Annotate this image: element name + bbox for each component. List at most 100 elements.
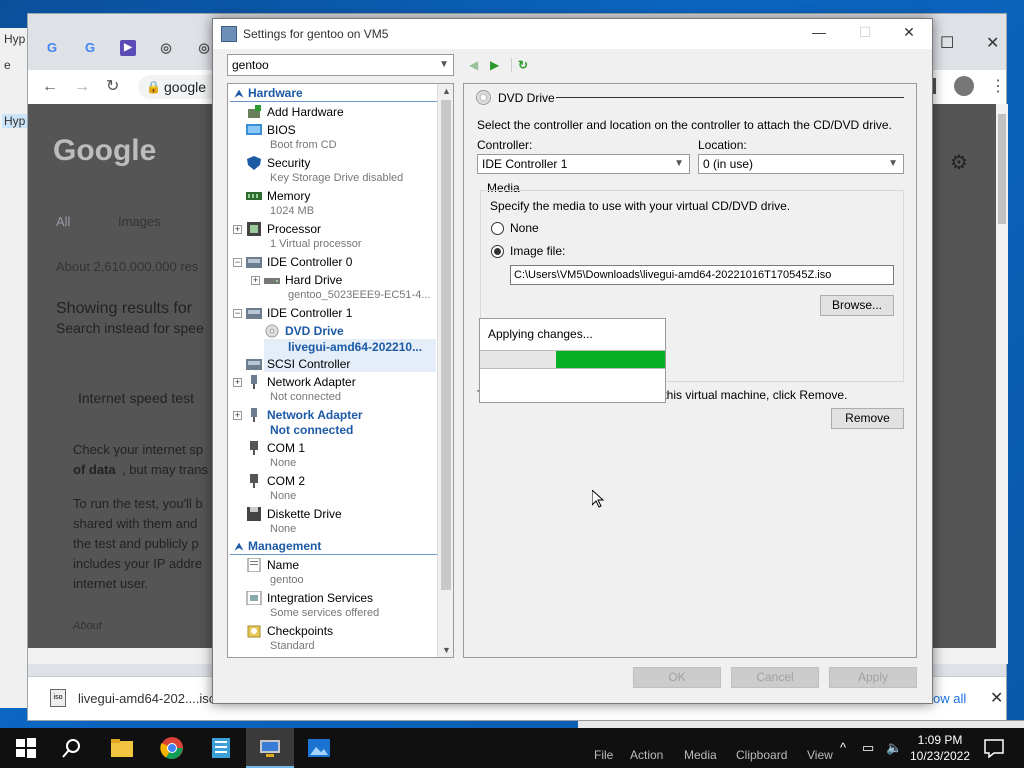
hyperv-manager-icon[interactable] bbox=[209, 736, 233, 760]
next-icon[interactable]: ▶ bbox=[490, 58, 499, 72]
expand-icon[interactable]: + bbox=[233, 411, 242, 420]
file-explorer-icon[interactable] bbox=[110, 736, 134, 760]
tree-subtext: Not connected bbox=[270, 423, 354, 437]
clock-date: 10/23/2022 bbox=[909, 749, 971, 763]
collapse-icon[interactable]: − bbox=[233, 258, 242, 267]
chrome-tab-icon[interactable]: ◎ bbox=[196, 40, 212, 56]
tree-scrollbar[interactable]: ▲ ▼ bbox=[437, 84, 453, 657]
reload-icon[interactable]: ↻ bbox=[106, 79, 119, 95]
tree-subtext: Key Storage Drive disabled bbox=[270, 172, 404, 184]
vm-connection-window[interactable] bbox=[578, 720, 1024, 728]
none-radio-label[interactable]: None bbox=[510, 221, 539, 235]
tab-images[interactable]: Images bbox=[118, 214, 161, 229]
windows-start-icon[interactable] bbox=[14, 736, 38, 760]
close-download-bar-icon[interactable]: ✕ bbox=[990, 688, 1003, 708]
show-all-button[interactable]: ow all bbox=[933, 691, 966, 706]
notifications-icon[interactable] bbox=[982, 736, 1006, 760]
hyperv-tree-fragment[interactable]: Hyp bbox=[2, 114, 28, 128]
vmc-menu-media[interactable]: Media bbox=[684, 748, 717, 762]
collapse-icon[interactable]: ⮝ bbox=[230, 542, 248, 553]
scroll-up-icon[interactable]: ▲ bbox=[442, 86, 451, 96]
scroll-thumb[interactable] bbox=[441, 100, 451, 590]
search-instead[interactable]: Search instead for spee bbox=[56, 320, 204, 336]
google-tab-icon[interactable]: G bbox=[44, 40, 60, 56]
previous-icon[interactable]: ◀ bbox=[469, 58, 478, 72]
location-select[interactable]: 0 (in use) ▼ bbox=[698, 154, 904, 174]
system-clock[interactable]: 1:09 PM 10/23/2022 bbox=[905, 732, 975, 764]
volume-icon[interactable]: 🔈 bbox=[886, 740, 902, 756]
chrome-tab-icon[interactable]: ◎ bbox=[158, 40, 174, 56]
mouse-cursor-icon bbox=[592, 490, 604, 508]
progress-message: Applying changes... bbox=[488, 327, 593, 341]
network-icon[interactable]: ▭ bbox=[862, 740, 874, 756]
tree-subtext: None bbox=[270, 523, 297, 535]
remove-instruction: m this virtual machine, click Remove. bbox=[650, 388, 848, 402]
ok-button[interactable]: OK bbox=[633, 667, 721, 688]
collapse-icon[interactable]: ⮝ bbox=[230, 89, 248, 100]
result-line: of data bbox=[73, 462, 116, 477]
header-rule bbox=[556, 97, 904, 98]
none-radio[interactable] bbox=[491, 222, 504, 235]
forward-icon[interactable]: → bbox=[74, 79, 90, 95]
google-logo[interactable]: Google bbox=[53, 134, 156, 168]
add-hardware-icon bbox=[248, 105, 261, 118]
image-file-radio-label[interactable]: Image file: bbox=[510, 244, 565, 258]
vmc-menu-file[interactable]: File bbox=[594, 748, 613, 762]
scroll-down-icon[interactable]: ▼ bbox=[442, 645, 451, 655]
image-path-input[interactable]: C:\Users\VM5\Downloads\livegui-amd64-202… bbox=[510, 265, 894, 285]
remove-button[interactable]: Remove bbox=[831, 408, 904, 429]
close-icon[interactable]: ✕ bbox=[899, 24, 919, 41]
vm-connection-icon[interactable] bbox=[258, 736, 282, 760]
tree-subtext: 1 Virtual processor bbox=[270, 238, 362, 250]
app-tab-icon[interactable]: ▶ bbox=[120, 40, 136, 56]
vm-selector[interactable]: gentoo ▼ bbox=[227, 54, 454, 76]
photos-icon[interactable] bbox=[307, 736, 331, 760]
tray-overflow-icon[interactable]: ^ bbox=[840, 740, 846, 755]
section-hardware[interactable]: ⮝ Hardware bbox=[230, 86, 438, 102]
settings-tree[interactable]: ⮝ Hardware Add Hardware BIOS Boot from CD… bbox=[227, 83, 454, 658]
minimize-icon[interactable]: — bbox=[809, 24, 829, 40]
dialog-titlebar[interactable]: Settings for gentoo on VM5 — ☐ ✕ bbox=[213, 19, 932, 49]
chrome-menu-icon[interactable]: ⋮ bbox=[990, 79, 1006, 95]
search-icon[interactable] bbox=[60, 736, 84, 760]
result-line: Check your internet sp bbox=[73, 442, 204, 457]
vmc-menu-view[interactable]: View bbox=[807, 748, 833, 762]
settings-app-icon bbox=[221, 26, 237, 42]
chrome-maximize-icon[interactable]: ☐ bbox=[940, 36, 954, 52]
name-icon bbox=[247, 558, 261, 572]
expand-icon[interactable]: + bbox=[251, 276, 260, 285]
hyperv-menu-fragment[interactable]: e bbox=[4, 58, 11, 72]
profile-avatar[interactable] bbox=[954, 76, 974, 96]
expand-icon[interactable]: + bbox=[233, 225, 242, 234]
checkpoints-icon bbox=[247, 625, 261, 638]
expand-icon[interactable]: + bbox=[233, 378, 242, 387]
refresh-icon[interactable]: ↻ bbox=[518, 58, 528, 72]
taskbar: File Action Media Clipboard View ^ ▭ 🔈 1… bbox=[0, 728, 1024, 768]
pane-title: DVD Drive bbox=[498, 91, 555, 105]
shield-icon bbox=[247, 156, 261, 170]
cancel-button[interactable]: Cancel bbox=[731, 667, 819, 688]
chrome-close-icon[interactable]: ✕ bbox=[986, 36, 999, 52]
browse-button[interactable]: Browse... bbox=[820, 295, 894, 316]
hyperv-manager-window[interactable]: Hyp e Hyp bbox=[0, 28, 30, 708]
back-icon[interactable]: ← bbox=[42, 79, 58, 95]
settings-gear-icon[interactable]: ⚙ bbox=[950, 150, 968, 175]
maximize-icon: ☐ bbox=[858, 24, 872, 40]
tree-subtext: None bbox=[270, 490, 297, 502]
vmc-menu-action[interactable]: Action bbox=[630, 748, 663, 762]
dvd-disc-icon bbox=[265, 324, 279, 338]
collapse-icon[interactable]: − bbox=[233, 309, 242, 318]
google-tab-icon[interactable]: G bbox=[82, 40, 98, 56]
apply-button[interactable]: Apply bbox=[829, 667, 917, 688]
chrome-icon[interactable] bbox=[160, 736, 184, 760]
progress-bar bbox=[480, 350, 665, 369]
download-item[interactable]: livegui-amd64-202....iso bbox=[78, 691, 216, 706]
section-management[interactable]: ⮝ Management bbox=[230, 539, 438, 555]
image-file-radio[interactable] bbox=[491, 245, 504, 258]
controller-select[interactable]: IDE Controller 1 ▼ bbox=[477, 154, 690, 174]
vmc-menu-clipboard[interactable]: Clipboard bbox=[736, 748, 787, 762]
page-scrollbar[interactable] bbox=[996, 104, 1008, 664]
tree-subtext: 1024 MB bbox=[270, 205, 315, 217]
tab-all[interactable]: All bbox=[56, 214, 70, 229]
about-link[interactable]: About bbox=[73, 620, 102, 632]
